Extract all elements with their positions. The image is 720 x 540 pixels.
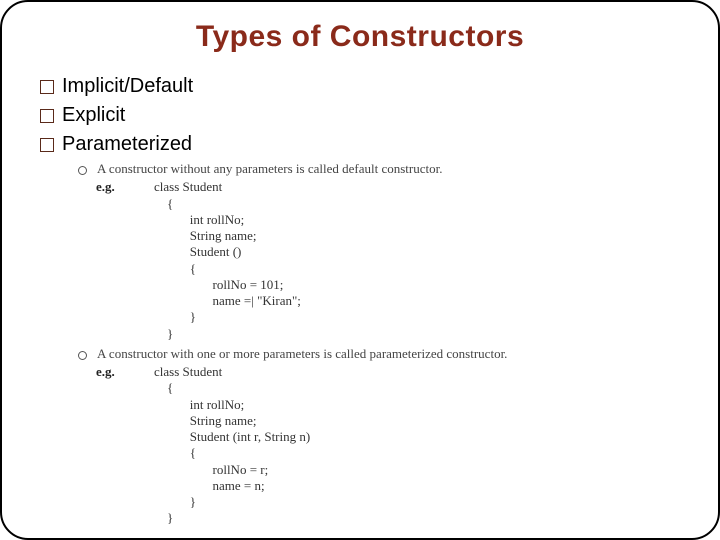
bullet-item: Parameterized [40,130,684,159]
code-block: class Student { int rollNo; String name;… [154,179,301,342]
example-row: e.g. class Student { int rollNo; String … [96,364,684,527]
bullet-item: Explicit [40,101,684,130]
bullet-list: Implicit/Default Explicit Parameterized [40,72,684,159]
bullet-item: Implicit/Default [40,72,684,101]
bullet-label: Parameterized [62,130,192,159]
checkbox-icon [40,109,54,123]
example-label: e.g. [96,364,126,380]
bullet-label: Explicit [62,101,125,130]
checkbox-icon [40,80,54,94]
code-block: class Student { int rollNo; String name;… [154,364,310,527]
example-row: e.g. class Student { int rollNo; String … [96,179,684,342]
example-label: e.g. [96,179,126,195]
definition-text: A constructor with one or more parameter… [97,346,507,362]
definition-text: A constructor without any parameters is … [97,161,442,177]
definition-row: A constructor with one or more parameter… [78,346,684,362]
circle-bullet-icon [78,351,87,360]
circle-bullet-icon [78,166,87,175]
checkbox-icon [40,138,54,152]
page-title: Types of Constructors [36,20,684,54]
definition-row: A constructor without any parameters is … [78,161,684,177]
slide-frame: Types of Constructors Implicit/Default E… [0,0,720,540]
bullet-label: Implicit/Default [62,72,193,101]
body-content: A constructor without any parameters is … [36,161,684,527]
